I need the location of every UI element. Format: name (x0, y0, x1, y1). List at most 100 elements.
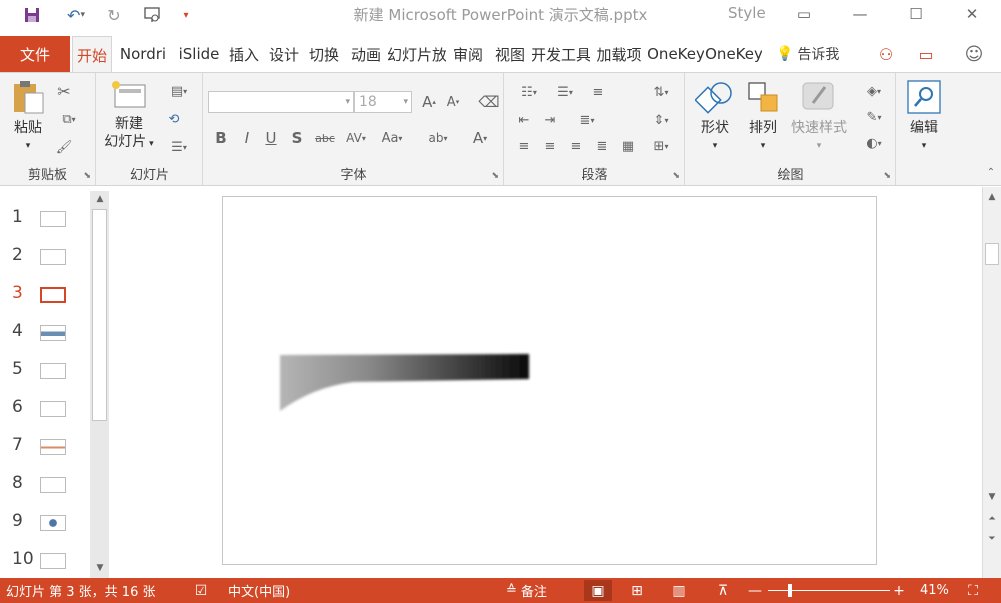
font-shrink-icon[interactable]: A ▾ (442, 91, 464, 113)
section-icon[interactable]: ☰ ▾ (163, 137, 195, 157)
align-center-icon[interactable]: ≡ (539, 135, 561, 157)
highlight-icon[interactable]: ab ▾ (422, 127, 454, 149)
paragraph-launcher-icon[interactable]: ⬊ (672, 171, 680, 181)
thumbnail-row-9[interactable]: 9 (0, 503, 90, 541)
tell-me[interactable]: 💡 告诉我 (776, 36, 839, 72)
thumbnail-slide[interactable] (40, 363, 66, 379)
decrease-indent-icon[interactable]: ⇤ (513, 109, 535, 131)
smiley-icon[interactable]: ☺ (962, 42, 986, 66)
increase-indent-icon[interactable]: ⇥ (539, 109, 561, 131)
arrange-button[interactable]: 排列 ▾ (740, 79, 786, 155)
spell-check-icon[interactable]: ☑ (190, 580, 212, 601)
tab-home[interactable]: 开始 (72, 36, 112, 73)
clipboard-launcher-icon[interactable]: ⬊ (83, 171, 91, 181)
align-left-icon[interactable]: ≡ (513, 135, 535, 157)
slide-sorter-icon[interactable]: ⊞ (626, 580, 648, 601)
next-slide-icon[interactable]: ⏷ (986, 533, 998, 545)
thumbnail-slide[interactable] (40, 401, 66, 417)
zoom-slider[interactable] (768, 584, 890, 597)
shadow-icon[interactable]: S (286, 127, 308, 149)
comments-icon[interactable]: ▭ (914, 44, 938, 64)
slideshow-view-icon[interactable]: ⊼ (712, 580, 734, 601)
thumbnail-slide[interactable] (40, 249, 66, 265)
paste-button[interactable]: 粘贴 ▾ (6, 79, 50, 155)
justify-icon[interactable]: ≣ (591, 135, 613, 157)
current-slide[interactable] (222, 196, 877, 565)
reading-view-icon[interactable]: ▥ (668, 580, 690, 601)
thumbnail-slide[interactable] (40, 211, 66, 227)
scroll-up-icon[interactable]: ▲ (94, 193, 106, 205)
scroll-down-icon[interactable]: ▼ (94, 562, 106, 574)
gradient-brush-shape[interactable] (223, 197, 878, 566)
tab-slideshow[interactable]: 幻灯片放 (388, 36, 446, 72)
tab-onekey-2[interactable]: OneKey (706, 36, 762, 72)
thumbnail-slide-current[interactable] (40, 287, 66, 303)
font-color-icon[interactable]: A ▾ (464, 127, 496, 149)
smartart-icon[interactable]: ⊞ ▾ (645, 135, 677, 157)
layout-icon[interactable]: ▤ ▾ (163, 81, 195, 101)
format-painter-icon[interactable]: 🖌 (54, 137, 74, 157)
new-slide-button[interactable]: 新建 幻灯片 ▾ (101, 79, 157, 153)
scroll-down-icon[interactable]: ▼ (986, 491, 998, 503)
zoom-percent[interactable]: 41% (920, 578, 949, 603)
change-case-icon[interactable]: Aa ▾ (376, 127, 408, 149)
collapse-ribbon-icon[interactable]: ⌃ (984, 165, 998, 179)
thumbnail-row-4[interactable]: 4 (0, 313, 90, 351)
tab-review[interactable]: 审阅 (448, 36, 488, 72)
quick-styles-button[interactable]: 快速样式 ▾ (786, 79, 852, 155)
zoom-slider-thumb[interactable] (788, 584, 793, 597)
thumbnail-slide[interactable] (40, 325, 66, 341)
strikethrough-icon[interactable]: abc (312, 127, 338, 149)
thumbnail-row-5[interactable]: 5 (0, 351, 90, 389)
font-name-input[interactable]: ▾ (208, 91, 354, 113)
thumbnail-row-7[interactable]: 7 (0, 427, 90, 465)
tab-design[interactable]: 设计 (266, 36, 302, 72)
columns-icon[interactable]: ≣ ▾ (565, 109, 609, 131)
thumbnail-slide[interactable] (40, 439, 66, 455)
cut-icon[interactable]: ✂ (54, 81, 74, 101)
minimize-icon[interactable]: — (840, 2, 880, 26)
thumbnail-row-10[interactable]: 10 (0, 541, 90, 579)
tab-insert[interactable]: 插入 (226, 36, 262, 72)
close-icon[interactable]: ✕ (952, 2, 992, 26)
shapes-button[interactable]: 形状 ▾ (690, 79, 740, 155)
shape-fill-icon[interactable]: ◈ ▾ (858, 81, 890, 101)
tab-view[interactable]: 视图 (490, 36, 530, 72)
tab-addins[interactable]: 加载项 (592, 36, 646, 72)
text-direction-icon[interactable]: ⇅ ▾ (645, 81, 677, 103)
language[interactable]: 中文(中国) (228, 578, 290, 603)
bullets-icon[interactable]: ☷ ▾ (513, 81, 545, 103)
underline-icon[interactable]: U (260, 127, 282, 149)
thumbnail-scrollbar[interactable]: ▲ ▼ (90, 191, 109, 578)
font-size-input[interactable]: 18 ▾ (354, 91, 412, 113)
char-spacing-icon[interactable]: AV ▾ (340, 127, 372, 149)
scroll-up-icon[interactable]: ▲ (986, 191, 998, 203)
copy-icon[interactable]: ⧉ ▾ (54, 109, 84, 129)
drawing-launcher-icon[interactable]: ⬊ (883, 171, 891, 181)
thumbnail-row-2[interactable]: 2 (0, 237, 90, 275)
shape-effects-icon[interactable]: ◐ ▾ (858, 133, 890, 153)
numbering-icon[interactable]: ☰ ▾ (549, 81, 581, 103)
share-user-icon[interactable]: ⚇ (874, 44, 898, 64)
italic-icon[interactable]: I (236, 127, 258, 149)
zoom-out-icon[interactable]: — (744, 580, 766, 601)
tab-onekey-1[interactable]: OneKey (648, 36, 704, 72)
thumbnail-row-6[interactable]: 6 (0, 389, 90, 427)
tab-islide[interactable]: iSlide (174, 36, 224, 72)
scrollbar-thumb[interactable] (985, 243, 999, 265)
shape-outline-icon[interactable]: ✎ ▾ (858, 107, 890, 127)
clear-format-icon[interactable]: ⌫ (478, 91, 500, 113)
ribbon-display-icon[interactable]: ▭ (784, 2, 824, 26)
normal-view-icon[interactable]: ▣ (584, 580, 612, 601)
tab-file[interactable]: 文件 (0, 36, 70, 72)
previous-slide-icon[interactable]: ⏶ (986, 513, 998, 525)
font-launcher-icon[interactable]: ⬊ (491, 171, 499, 181)
fit-slide-icon[interactable]: ⛶ (962, 580, 984, 601)
thumbnail-slide[interactable] (40, 553, 66, 569)
scrollbar-thumb[interactable] (92, 209, 107, 421)
align-right-icon[interactable]: ≡ (565, 135, 587, 157)
thumbnail-row-8[interactable]: 8 (0, 465, 90, 503)
line-spacing-icon[interactable]: ≡ (587, 81, 609, 103)
zoom-in-icon[interactable]: + (888, 580, 910, 601)
thumbnail-slide[interactable] (40, 515, 66, 531)
